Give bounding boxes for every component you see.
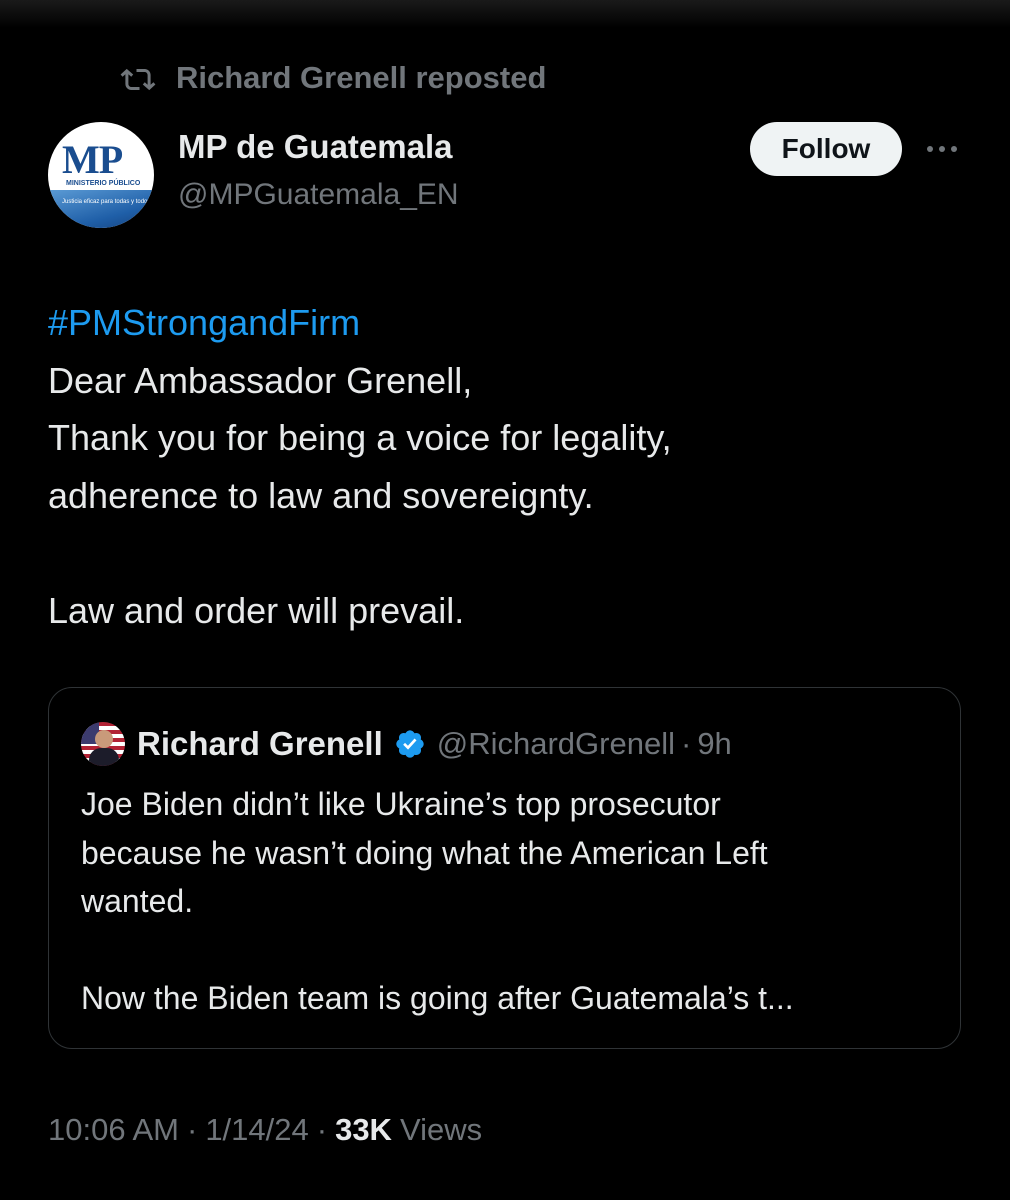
tweet-line: Law and order will prevail. [48,589,465,631]
tweet-body: #PMStrongandFirm Dear Ambassador Grenell… [48,294,978,639]
dot-separator: · [316,1112,328,1147]
quote-line-blank [81,926,941,975]
dot-separator: · [186,1112,198,1147]
avatar-band [48,190,154,228]
avatar-suit [89,748,119,766]
tweet-line: adherence to law and sovereignty. [48,474,594,516]
avatar-logo-text: MP [62,137,123,182]
repost-indicator[interactable]: Richard Grenell reposted [118,58,546,98]
tweet-meta: 10:06 AM · 1/14/24 · 33K Views [48,1108,482,1152]
quote-timestamp: 9h [697,726,732,761]
author-handle[interactable]: @MPGuatemala_EN [178,178,459,212]
author-avatar[interactable]: MP MINISTERIO PÚBLICO Justicia eficaz pa… [48,122,154,228]
follow-button[interactable]: Follow [750,122,902,176]
quote-line: Joe Biden didn’t like Ukraine’s top pros… [81,786,721,822]
quote-line: wanted. [81,883,194,919]
verified-badge-icon [393,727,427,761]
dot-separator: · [680,726,692,761]
repost-icon [118,58,158,98]
quote-author-handle: @RichardGrenell [436,726,675,761]
avatar-face [95,730,113,748]
quote-header: Richard Grenell @RichardGrenell · 9h [137,722,732,766]
quote-line: because he wasn’t doing what the America… [81,834,768,871]
avatar-tagline: Justicia eficaz para todas y todos [62,199,151,205]
tweet-line: Thank you for being a voice for legality… [48,417,672,458]
quote-author-avatar [81,722,125,766]
author-name[interactable]: MP de Guatemala [178,128,453,166]
repost-text: Richard Grenell reposted [176,60,547,95]
tweet-time[interactable]: 10:06 AM [48,1112,179,1148]
views-label: Views [399,1112,483,1147]
more-options-button[interactable] [920,130,964,170]
quote-body: Joe Biden didn’t like Ukraine’s top pros… [81,780,941,1023]
quote-line: Now the Biden team is going after Guatem… [81,980,794,1016]
views-count[interactable]: 33K [335,1112,392,1148]
more-horizontal-icon [924,141,960,159]
hashtag-link[interactable]: #PMStrongandFirm [48,302,360,343]
quote-author-name: Richard Grenell [137,725,383,762]
avatar-subtitle: MINISTERIO PÚBLICO [66,180,141,187]
quoted-tweet-card[interactable]: Richard Grenell @RichardGrenell · 9h Joe… [48,687,961,1049]
tweet-line: Dear Ambassador Grenell, [48,359,473,401]
top-edge-shadow [0,0,1010,28]
tweet-date[interactable]: 1/14/24 [205,1112,308,1148]
